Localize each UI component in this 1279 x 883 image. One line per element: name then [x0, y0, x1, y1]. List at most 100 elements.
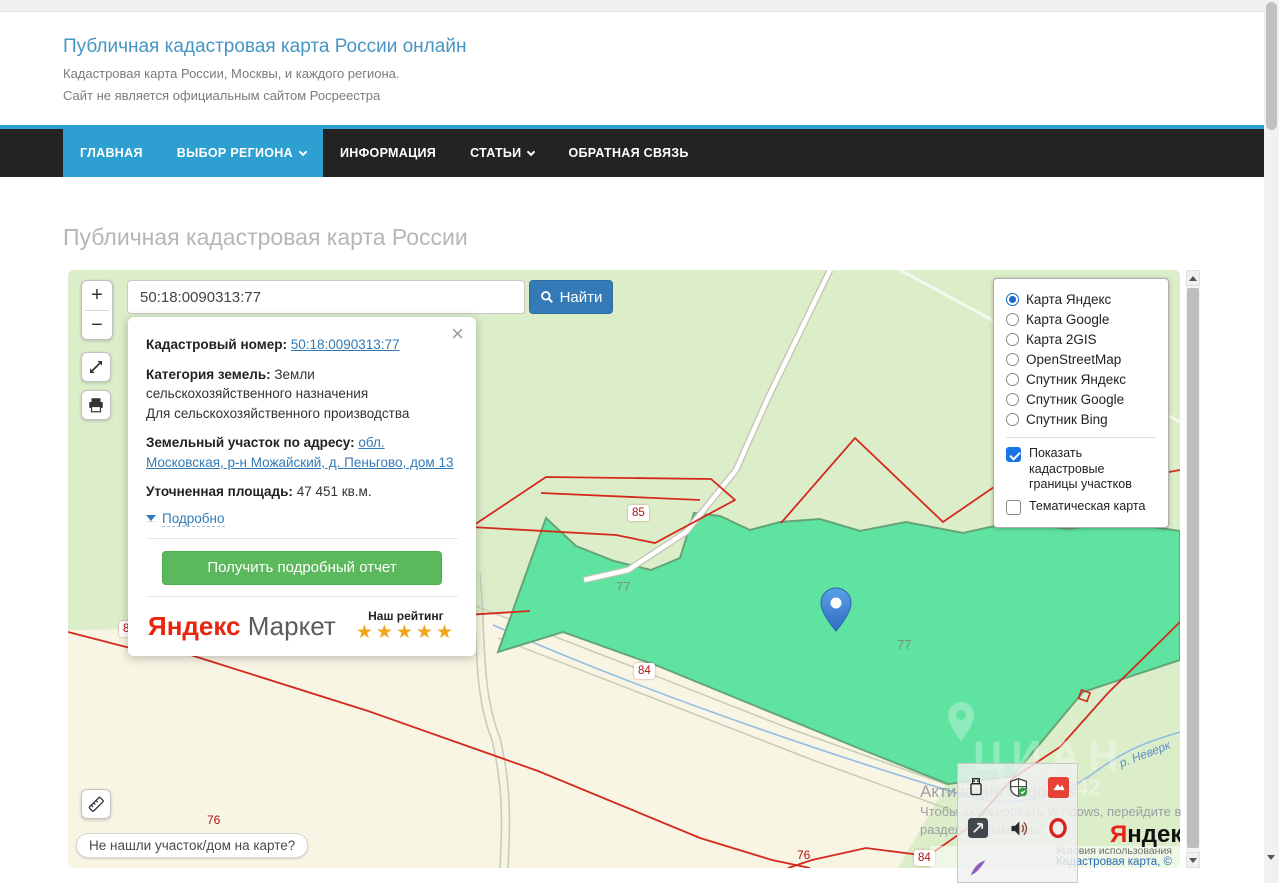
parcel-number: 76	[207, 813, 220, 827]
ruler-icon	[86, 794, 106, 814]
scroll-up-button[interactable]	[1186, 270, 1200, 286]
triangle-down-icon	[146, 515, 156, 522]
page: Публичная кадастровая карта России онлай…	[0, 0, 1279, 883]
site-subtitle-1: Кадастровая карта России, Москвы, и кажд…	[63, 66, 400, 81]
rating-label: Наш рейтинг	[356, 609, 456, 623]
details-toggle-label: Подробно	[162, 511, 225, 527]
triangle-down-icon	[1267, 855, 1275, 877]
layers-panel: Карта Яндекс Карта Google Карта 2GIS Ope…	[993, 278, 1169, 528]
zoom-out-button[interactable]: −	[82, 311, 112, 340]
dark-app-arrow-icon[interactable]	[966, 816, 990, 840]
search-button[interactable]: Найти	[529, 280, 613, 314]
cadastral-number-link[interactable]: 50:18:0090313:77	[291, 337, 400, 352]
map-scrollbar-thumb[interactable]	[1187, 288, 1199, 848]
area-row: Уточненная площадь: 47 451 кв.м.	[146, 482, 458, 502]
nav-item-feedback[interactable]: ОБРАТНАЯ СВЯЗЬ	[551, 129, 705, 177]
nav-item-region-select[interactable]: ВЫБОР РЕГИОНА	[160, 125, 323, 177]
chevron-down-icon	[299, 147, 307, 155]
system-tray-flyout	[957, 763, 1078, 883]
radio-icon	[1006, 413, 1019, 426]
layer-option-google-map[interactable]: Карта Google	[1006, 309, 1156, 329]
address-row: Земельный участок по адресу: обл. Москов…	[146, 433, 458, 472]
yandex-market-logo[interactable]: Яндекс Маркет	[148, 611, 336, 642]
cadastral-number-label: Кадастровый номер:	[146, 337, 287, 352]
browser-scrollbar[interactable]	[1264, 0, 1279, 883]
not-found-button[interactable]: Не нашли участок/дом на карте?	[76, 833, 308, 858]
opera-browser-icon[interactable]	[1046, 816, 1070, 840]
checkbox-checked-icon	[1006, 447, 1021, 462]
area-value: 47 451 кв.м.	[297, 484, 372, 499]
page-title: Публичная кадастровая карта России	[63, 224, 468, 251]
rating-stars: ★★★★★	[356, 623, 456, 644]
layer-option-openstreetmap[interactable]: OpenStreetMap	[1006, 349, 1156, 369]
layer-option-google-satellite[interactable]: Спутник Google	[1006, 389, 1156, 409]
parcel-number-pill: 85	[628, 505, 649, 521]
search-input[interactable]	[127, 280, 525, 314]
radio-icon	[1006, 393, 1019, 406]
cadastral-number-row: Кадастровый номер: 50:18:0090313:77	[146, 335, 458, 355]
divider	[1006, 437, 1156, 438]
yandex-map-logo[interactable]: Яндекс	[1110, 821, 1180, 849]
radio-icon	[1006, 333, 1019, 346]
radio-selected-icon	[1006, 293, 1019, 306]
divider	[146, 596, 458, 597]
land-category-row: Категория земель: Земли сельскохозяйстве…	[146, 365, 458, 424]
zoom-in-button[interactable]: +	[82, 281, 112, 310]
thematic-map-checkbox[interactable]: Тематическая карта	[1006, 499, 1156, 515]
fullscreen-button[interactable]	[81, 352, 111, 382]
map-scrollbar[interactable]	[1186, 270, 1200, 868]
purple-feather-icon[interactable]	[966, 856, 990, 880]
site-subtitle-2: Сайт не является официальным сайтом Роср…	[63, 88, 380, 103]
parcel-info-popup: × Кадастровый номер: 50:18:0090313:77 Ка…	[128, 317, 476, 656]
parcel-number: 76	[797, 848, 810, 862]
area-label: Уточненная площадь:	[146, 484, 293, 499]
yandex-market-logo-part1: Яндекс	[148, 611, 241, 641]
checkbox-icon	[1006, 500, 1021, 515]
browser-scrollbar-thumb[interactable]	[1266, 2, 1277, 130]
radio-icon	[1006, 313, 1019, 326]
main-nav: ГЛАВНАЯ ВЫБОР РЕГИОНА ИНФОРМАЦИЯ СТАТЬИ …	[0, 125, 1279, 177]
defender-shield-icon[interactable]	[1006, 775, 1030, 799]
triangle-up-icon	[1189, 276, 1197, 281]
yandex-market-logo-part2: Маркет	[248, 611, 336, 641]
nav-item-information[interactable]: ИНФОРМАЦИЯ	[323, 129, 453, 177]
search-icon	[540, 290, 554, 304]
usb-device-icon[interactable]	[964, 775, 988, 799]
chevron-down-icon	[527, 147, 535, 155]
parcel-number-pill: 84	[634, 663, 655, 679]
nav-item-articles[interactable]: СТАТЬИ	[453, 129, 551, 177]
parcel-number: 77	[897, 637, 911, 652]
divider	[146, 538, 458, 539]
radio-icon	[1006, 373, 1019, 386]
speaker-volume-icon[interactable]	[1006, 816, 1030, 840]
layer-option-yandex-satellite[interactable]: Спутник Яндекс	[1006, 369, 1156, 389]
land-category-label: Категория земель:	[146, 367, 271, 382]
print-button[interactable]	[81, 390, 111, 420]
printer-icon	[87, 396, 105, 414]
land-category-note: Для сельскохозяйственного производства	[146, 406, 409, 421]
radio-icon	[1006, 353, 1019, 366]
close-icon[interactable]: ×	[451, 323, 464, 345]
zoom-control: + −	[81, 280, 113, 340]
scroll-down-button[interactable]	[1267, 860, 1275, 878]
layer-option-bing-satellite[interactable]: Спутник Bing	[1006, 409, 1156, 429]
top-strip	[0, 0, 1279, 12]
parcel-number: 77	[616, 579, 630, 594]
red-app-badge-icon[interactable]	[1046, 775, 1070, 799]
search-button-label: Найти	[560, 289, 603, 306]
show-cadastral-borders-checkbox[interactable]: Показать кадастровые границы участков	[1006, 446, 1156, 493]
triangle-down-icon	[1189, 858, 1197, 863]
details-toggle-link[interactable]: Подробно	[146, 511, 458, 527]
layer-option-2gis-map[interactable]: Карта 2GIS	[1006, 329, 1156, 349]
site-title-link[interactable]: Публичная кадастровая карта России онлай…	[63, 36, 466, 58]
rating-block: Наш рейтинг ★★★★★	[356, 609, 456, 644]
scroll-down-button[interactable]	[1186, 852, 1200, 868]
nav-item-home[interactable]: ГЛАВНАЯ	[63, 125, 160, 177]
expand-arrows-icon	[87, 358, 105, 376]
cian-watermark-number: 42	[1076, 775, 1100, 801]
get-report-button[interactable]: Получить подробный отчет	[162, 551, 442, 585]
popup-footer: Яндекс Маркет Наш рейтинг ★★★★★	[146, 607, 458, 644]
measure-ruler-button[interactable]	[81, 789, 111, 819]
address-label: Земельный участок по адресу:	[146, 435, 355, 450]
layer-option-yandex-map[interactable]: Карта Яндекс	[1006, 289, 1156, 309]
